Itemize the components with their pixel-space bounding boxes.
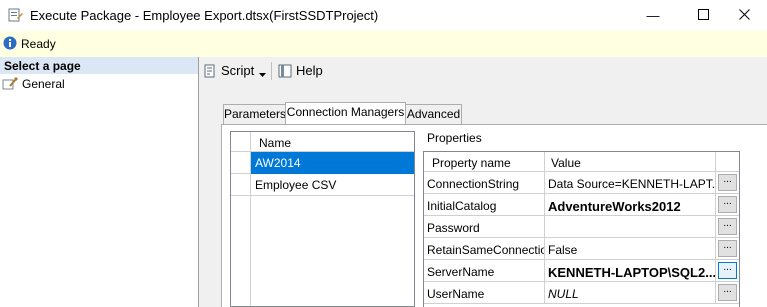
property-name: ServerName [427,265,495,279]
property-value-cell[interactable]: AdventureWorks2012 [545,194,716,216]
button-cell: ... [716,216,739,238]
help-label: Help [296,63,323,78]
script-dropdown[interactable] [259,66,267,77]
property-name-cell[interactable]: RetainSameConnection [424,238,545,260]
ellipsis-button[interactable]: ... [718,240,737,257]
ellipsis-button[interactable]: ... [718,218,737,235]
script-button[interactable]: Script [202,62,258,80]
chevron-down-icon [259,66,266,80]
page-wrench-icon [2,77,18,91]
name-column-header[interactable]: Name [251,132,414,152]
ellipsis-button[interactable]: ... [718,262,737,279]
maximize-button[interactable] [680,0,726,31]
page-item-label: General [22,77,65,91]
help-button[interactable]: Help [277,62,325,80]
app-icon [8,7,24,23]
property-name-cell[interactable]: InitialCatalog [424,194,545,216]
select-page-header: Select a page [0,57,198,74]
tab-connection-managers[interactable]: Connection Managers [285,102,406,124]
row-header-cell[interactable] [231,174,251,196]
close-icon [738,8,750,23]
script-label: Script [221,63,255,78]
property-value: KENNETH-LAPTOP\SQL2... [548,265,716,280]
tab-advanced[interactable]: Advanced [405,104,462,124]
connection-row-employee-csv[interactable]: Employee CSV [251,174,414,196]
ellipsis-button-label: ... [723,262,732,273]
ellipsis-button[interactable]: ... [718,196,737,213]
property-name: ConnectionString [427,177,520,191]
property-name-cell[interactable]: ConnectionString [424,172,545,194]
window-title: Execute Package - Employee Export.dtsx(F… [30,8,379,23]
tab-advanced-label: Advanced [406,107,461,121]
row-header-cell[interactable] [231,152,251,174]
help-icon [277,63,293,79]
connection-managers-grid[interactable]: Name AW2014 Employee CSV [230,131,415,307]
property-value: False [548,243,578,257]
property-name: InitialCatalog [427,199,497,213]
info-icon [3,36,17,50]
property-value-cell[interactable]: KENNETH-LAPTOP\SQL2... [545,260,716,282]
toolbar: Script Help [199,57,767,87]
ellipsis-button-label: ... [723,240,732,251]
minimize-button[interactable]: — [630,0,676,31]
select-page-label: Select a page [4,59,81,73]
tab-parameters[interactable]: Parameters [223,104,286,124]
ellipsis-button-label: ... [723,174,732,185]
connection-name: AW2014 [255,156,301,170]
properties-label: Properties [427,131,482,145]
ellipsis-button-label: ... [723,218,732,229]
button-cell: ... [716,282,739,304]
property-name-cell[interactable]: Password [424,216,545,238]
page-selector-pane: Select a page General [0,57,199,307]
property-name: UserName [427,287,485,301]
title-bar: Execute Package - Employee Export.dtsx(F… [0,0,767,31]
ellipsis-button-label: ... [723,284,732,295]
properties-grid[interactable]: Property name Value ConnectionString Dat… [423,151,740,307]
ellipsis-button[interactable]: ... [718,174,737,191]
maximize-icon [697,8,709,23]
tab-parameters-label: Parameters [224,107,287,121]
button-column-header [716,152,739,172]
connection-row-aw2014[interactable]: AW2014 [251,152,414,174]
connection-name: Employee CSV [255,178,337,192]
grid-corner-cell [231,132,251,152]
value-header-label: Value [551,156,581,170]
grid-column-line [250,196,251,306]
property-value: NULL [548,287,579,301]
button-cell: ... [716,260,739,282]
button-cell: ... [716,238,739,260]
property-value-cell[interactable] [545,216,716,238]
script-icon [202,63,218,79]
page-item-general[interactable]: General [2,76,192,93]
property-value-cell[interactable]: Data Source=KENNETH-LAPT... [545,172,716,194]
minimize-icon: — [646,8,660,23]
property-name-header-label: Property name [432,156,511,170]
close-button[interactable] [721,0,767,31]
property-name-cell[interactable]: ServerName [424,260,545,282]
property-name-cell[interactable]: UserName [424,282,545,304]
property-name-column-header[interactable]: Property name [424,152,545,172]
status-bar: Ready [0,31,767,58]
value-column-header[interactable]: Value [545,152,716,172]
toolbar-separator [271,62,272,80]
tab-connection-managers-label: Connection Managers [286,105,405,119]
property-name: RetainSameConnection [427,243,545,257]
status-text: Ready [21,37,56,51]
name-column-header-label: Name [259,136,292,150]
button-cell: ... [716,172,739,194]
ellipsis-button[interactable]: ... [718,284,737,301]
property-value-cell[interactable]: False [545,238,716,260]
property-name: Password [427,221,480,235]
ellipsis-button-label: ... [723,196,732,207]
property-value: Data Source=KENNETH-LAPT... [548,177,716,191]
button-cell: ... [716,194,739,216]
property-value-cell[interactable]: NULL [545,282,716,304]
property-value: AdventureWorks2012 [548,199,681,214]
